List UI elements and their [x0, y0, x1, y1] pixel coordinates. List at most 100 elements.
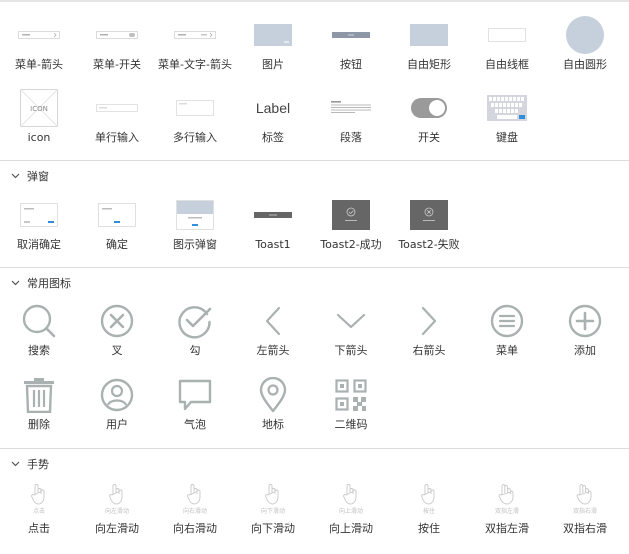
- icon-item-down[interactable]: 下箭头: [312, 300, 390, 360]
- component-paragraph[interactable]: 段落: [312, 87, 390, 147]
- component-label: 气泡: [184, 418, 206, 431]
- component-label: 单行输入: [95, 131, 139, 144]
- confirm-dialog-thumbnail: [98, 203, 136, 227]
- component-label: 地标: [262, 418, 284, 431]
- dialog-toast1[interactable]: Toast1: [234, 194, 312, 254]
- icon-item-bubble[interactable]: 气泡: [156, 374, 234, 434]
- dialog-toast2-fail[interactable]: Toast2-失败: [390, 194, 468, 254]
- chevron-right-icon: [421, 306, 437, 336]
- gesture-item[interactable]: 双指左滑 双指左滑: [468, 480, 546, 540]
- icon-item-check[interactable]: 勾: [156, 300, 234, 360]
- dialog-cancel-confirm[interactable]: 取消确定: [0, 194, 78, 254]
- section-title: 常用图标: [27, 277, 71, 290]
- gesture-item[interactable]: 向右滑动 向右滑动: [156, 480, 234, 540]
- label-sample-text: Label: [255, 100, 291, 116]
- gesture-item[interactable]: 双指右滑 双指右滑: [546, 480, 624, 540]
- component-switch[interactable]: 开关: [390, 87, 468, 147]
- component-label: 段落: [340, 131, 362, 144]
- component-label: 向下滑动: [251, 522, 295, 535]
- component-label: 图片: [262, 58, 284, 71]
- gesture-item[interactable]: 向左滑动 向左滑动: [78, 480, 156, 540]
- component-label: 按住: [418, 522, 440, 535]
- paragraph-thumbnail: [331, 101, 371, 113]
- section-divider: [0, 160, 629, 161]
- icons-row-2: 删除 用户 气泡 地标 二维码: [0, 374, 629, 434]
- component-label: Toast2-失败: [398, 238, 460, 251]
- search-icon: [22, 304, 56, 338]
- component-label: 多行输入: [173, 131, 217, 144]
- component-menu-switch[interactable]: 菜单-开关: [78, 14, 156, 74]
- section-title: 弹窗: [27, 170, 49, 183]
- component-label: 左箭头: [256, 344, 290, 357]
- switch-thumbnail: [411, 98, 447, 118]
- component-keyboard[interactable]: 键盘: [468, 87, 546, 147]
- hand-gesture-icon: [498, 484, 514, 505]
- menu-text-arrow-thumbnail: [174, 31, 216, 39]
- component-label: 向右滑动: [173, 522, 217, 535]
- component-free-rect[interactable]: 自由矩形: [390, 14, 468, 74]
- dialog-illustrated[interactable]: 图示弹窗: [156, 194, 234, 254]
- section-divider: [0, 448, 629, 449]
- component-free-frame[interactable]: 自由线框: [468, 14, 546, 74]
- section-title: 手势: [27, 458, 49, 471]
- icon-item-menu[interactable]: 菜单: [468, 300, 546, 360]
- icon-item-location[interactable]: 地标: [234, 374, 312, 434]
- component-free-circle[interactable]: 自由圆形: [546, 14, 624, 74]
- icon-item-qrcode[interactable]: 二维码: [312, 374, 390, 434]
- component-label: 菜单-开关: [93, 58, 141, 71]
- section-divider: [0, 267, 629, 268]
- icon-item-add[interactable]: 添加: [546, 300, 624, 360]
- chevron-down-icon: [336, 313, 366, 329]
- component-menu-arrow[interactable]: 菜单-箭头: [0, 14, 78, 74]
- component-label: 叉: [111, 344, 123, 357]
- chevron-down-icon: [9, 277, 21, 289]
- section-header-icons[interactable]: 常用图标: [0, 273, 629, 293]
- menu-arrow-thumbnail: [18, 31, 60, 39]
- component-label: 双指左滑: [485, 522, 529, 535]
- chevron-down-icon: [9, 170, 21, 182]
- section-header-dialogs[interactable]: 弹窗: [0, 166, 629, 186]
- icon-item-user[interactable]: 用户: [78, 374, 156, 434]
- component-multi-input[interactable]: 多行输入: [156, 87, 234, 147]
- section-header-gestures[interactable]: 手势: [0, 454, 629, 474]
- component-label: 菜单-文字-箭头: [158, 58, 232, 71]
- menu-switch-thumbnail: [96, 31, 138, 39]
- gesture-item[interactable]: 向上滑动 向上滑动: [312, 480, 390, 540]
- gesture-item[interactable]: 按住 按住: [390, 480, 468, 540]
- hand-gesture-icon: [576, 484, 592, 505]
- image-thumbnail: [254, 24, 292, 46]
- free-rect-thumbnail: [410, 24, 448, 46]
- icon-item-trash[interactable]: 删除: [0, 374, 78, 434]
- trash-icon: [24, 378, 54, 413]
- dialogs-row: 取消确定 确定 图示弹窗 Toast1 Toast2-成功 Toast2-失败: [0, 194, 629, 254]
- gesture-item[interactable]: 点击 点击: [0, 480, 78, 540]
- speech-bubble-icon: [178, 379, 212, 411]
- toast1-thumbnail: [254, 212, 292, 218]
- component-label: 右箭头: [412, 344, 446, 357]
- button-thumbnail: [332, 32, 370, 38]
- icon-placeholder-thumbnail: ICON: [20, 89, 58, 127]
- icon-item-close[interactable]: 叉: [78, 300, 156, 360]
- component-icon[interactable]: ICON icon: [0, 87, 78, 147]
- component-label: 向上滑动: [329, 522, 373, 535]
- gesture-item[interactable]: 向下滑动 向下滑动: [234, 480, 312, 540]
- qr-code-icon: [335, 379, 367, 411]
- toast-success-thumbnail: [332, 200, 370, 230]
- plus-circle-icon: [568, 304, 602, 338]
- component-label: 下箭头: [334, 344, 368, 357]
- component-menu-text-arrow[interactable]: 菜单-文字-箭头: [156, 14, 234, 74]
- component-image[interactable]: 图片: [234, 14, 312, 74]
- toast-fail-thumbnail: [410, 200, 448, 230]
- icon-item-right[interactable]: 右箭头: [390, 300, 468, 360]
- component-label: Toast1: [255, 238, 291, 251]
- dialog-confirm[interactable]: 确定: [78, 194, 156, 254]
- gesture-caption: 向左滑动: [104, 508, 129, 515]
- component-label[interactable]: Label 标签: [234, 87, 312, 147]
- hand-gesture-icon: [187, 484, 201, 505]
- icon-item-left[interactable]: 左箭头: [234, 300, 312, 360]
- component-single-input[interactable]: 单行输入: [78, 87, 156, 147]
- component-button[interactable]: 按钮: [312, 14, 390, 74]
- component-label: 勾: [189, 344, 201, 357]
- dialog-toast2-success[interactable]: Toast2-成功: [312, 194, 390, 254]
- icon-item-search[interactable]: 搜索: [0, 300, 78, 360]
